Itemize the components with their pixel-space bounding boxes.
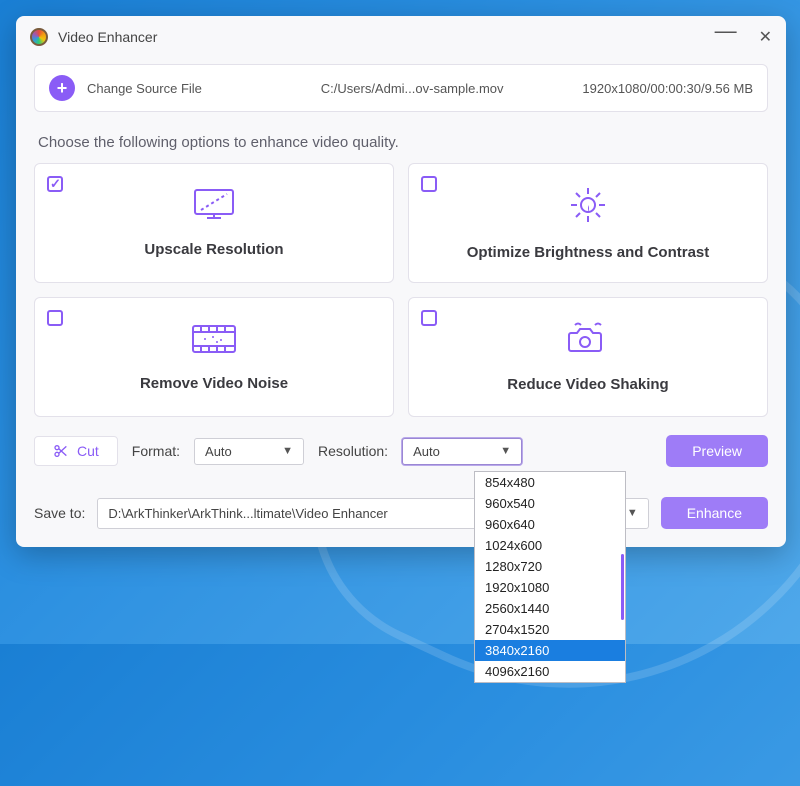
resolution-value: Auto xyxy=(413,444,440,459)
save-row: Save to: D:\ArkThinker\ArkThink...ltimat… xyxy=(34,497,768,529)
resolution-option[interactable]: 3840x2160 xyxy=(475,640,625,661)
resolution-option[interactable]: 960x640 xyxy=(475,514,625,535)
palette-icon xyxy=(30,28,48,46)
resolution-option[interactable]: 2560x1440 xyxy=(475,598,625,619)
card-remove-noise[interactable]: Remove Video Noise xyxy=(34,297,394,417)
app-window: Video Enhancer — ✕ + Change Source File … xyxy=(16,16,786,547)
resolution-option[interactable]: 960x540 xyxy=(475,493,625,514)
resolution-dropdown: 854x480960x540960x6401024x6001280x720192… xyxy=(474,471,626,683)
source-bar: + Change Source File C:/Users/Admi...ov-… xyxy=(34,64,768,112)
card-label: Remove Video Noise xyxy=(140,375,288,392)
resolution-option[interactable]: 1920x1080 xyxy=(475,577,625,598)
caret-down-icon: ▼ xyxy=(500,445,511,457)
save-path-value: D:\ArkThinker\ArkThink...ltimate\Video E… xyxy=(108,506,387,521)
instruction-text: Choose the following options to enhance … xyxy=(38,134,764,151)
resolution-option[interactable]: 4096x2160 xyxy=(475,661,625,682)
card-upscale-resolution[interactable]: Upscale Resolution xyxy=(34,163,394,283)
resolution-option[interactable]: 1280x720 xyxy=(475,556,625,577)
brightness-icon xyxy=(568,185,608,230)
preview-button[interactable]: Preview xyxy=(666,435,768,467)
card-label: Optimize Brightness and Contrast xyxy=(467,244,710,261)
format-label: Format: xyxy=(132,443,180,459)
checkbox-denoise[interactable] xyxy=(47,310,63,326)
cut-button[interactable]: Cut xyxy=(34,436,118,466)
save-to-label: Save to: xyxy=(34,505,85,521)
source-path: C:/Users/Admi...ov-sample.mov xyxy=(242,81,583,96)
cut-label: Cut xyxy=(77,443,99,459)
content-area: + Change Source File C:/Users/Admi...ov-… xyxy=(16,58,786,547)
scrollbar-thumb[interactable] xyxy=(621,554,624,620)
resolution-option[interactable]: 1024x600 xyxy=(475,535,625,556)
card-reduce-shaking[interactable]: Reduce Video Shaking xyxy=(408,297,768,417)
caret-down-icon: ▼ xyxy=(282,445,293,457)
resolution-option[interactable]: 2704x1520 xyxy=(475,619,625,640)
close-button[interactable]: ✕ xyxy=(759,27,772,47)
card-label: Reduce Video Shaking xyxy=(507,376,668,393)
enhance-button[interactable]: Enhance xyxy=(661,497,768,529)
film-noise-icon xyxy=(191,322,237,361)
checkbox-brightness[interactable] xyxy=(421,176,437,192)
scissors-icon xyxy=(53,443,69,459)
card-label: Upscale Resolution xyxy=(144,241,283,258)
checkbox-upscale[interactable] xyxy=(47,176,63,192)
controls-row: Cut Format: Auto ▼ Resolution: Auto ▼ Pr… xyxy=(34,435,768,467)
resolution-option[interactable]: 854x480 xyxy=(475,472,625,493)
resolution-label: Resolution: xyxy=(318,443,388,459)
window-controls: — ✕ xyxy=(715,24,772,50)
add-source-button[interactable]: + xyxy=(49,75,75,101)
titlebar: Video Enhancer — ✕ xyxy=(16,16,786,58)
monitor-icon xyxy=(193,188,235,227)
card-brightness-contrast[interactable]: Optimize Brightness and Contrast xyxy=(408,163,768,283)
source-meta: 1920x1080/00:00:30/9.56 MB xyxy=(582,81,753,96)
resolution-select[interactable]: Auto ▼ xyxy=(402,438,522,465)
camera-shake-icon xyxy=(565,321,611,362)
checkbox-deshake[interactable] xyxy=(421,310,437,326)
options-grid: Upscale Resolution xyxy=(34,163,768,417)
format-select[interactable]: Auto ▼ xyxy=(194,438,304,465)
caret-down-icon: ▼ xyxy=(627,507,638,519)
minimize-button[interactable]: — xyxy=(715,18,737,44)
format-value: Auto xyxy=(205,444,232,459)
change-source-label[interactable]: Change Source File xyxy=(87,81,202,96)
window-title: Video Enhancer xyxy=(58,29,157,45)
